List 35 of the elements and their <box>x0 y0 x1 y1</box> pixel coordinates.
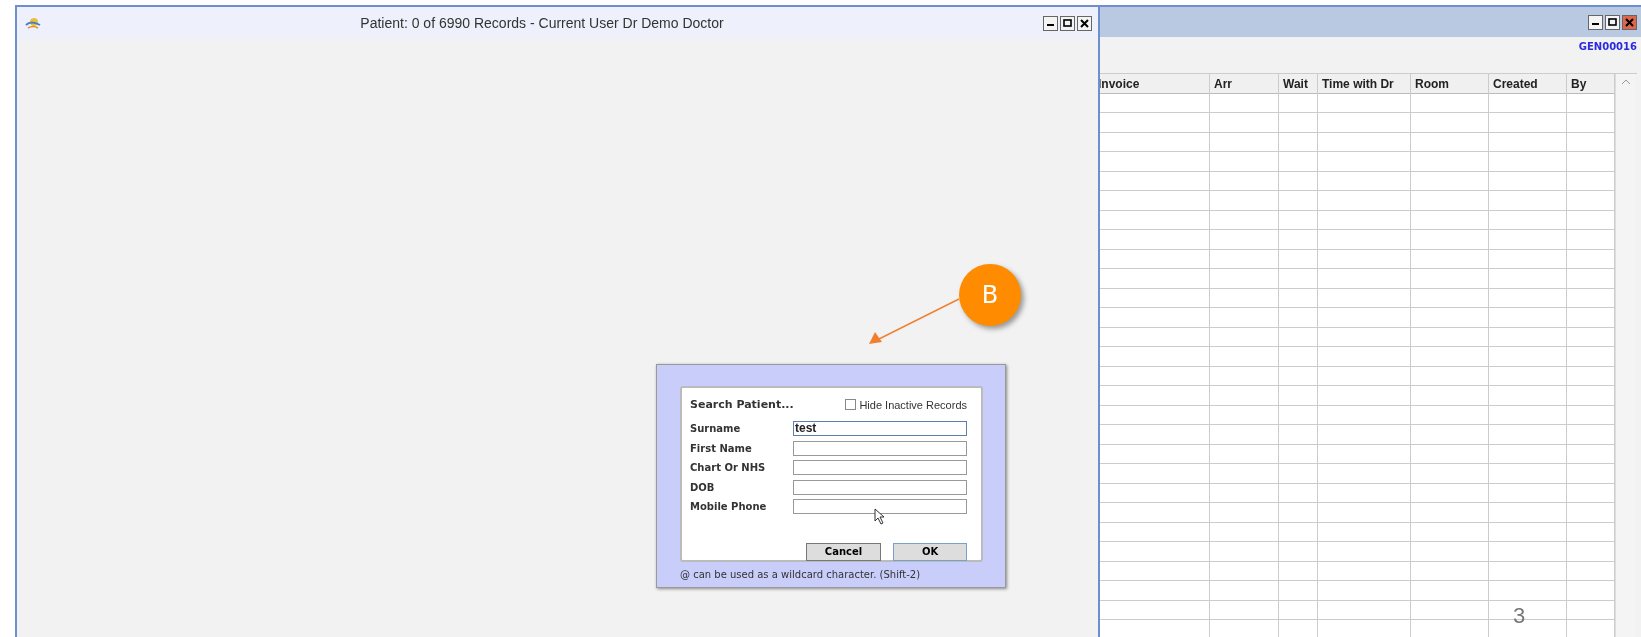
column-header[interactable]: Room <box>1411 74 1488 94</box>
minimize-icon[interactable] <box>1588 14 1603 30</box>
maximize-icon[interactable] <box>1605 14 1620 30</box>
scroll-up-icon[interactable] <box>1620 78 1631 85</box>
input-field[interactable]: test <box>793 421 967 437</box>
window-title: Patient: 0 of 6990 Records - Current User Dr Demo Doctor <box>359 15 725 31</box>
maximize-icon[interactable] <box>1060 15 1075 31</box>
column-header[interactable]: By <box>1567 74 1614 94</box>
field-label: Chart Or NHS <box>690 462 767 474</box>
input-field[interactable] <box>793 460 967 476</box>
minimize-icon[interactable] <box>1043 15 1058 31</box>
hint-text: @ can be used as a wildcard character. (Shift-2) <box>680 569 921 580</box>
close-icon[interactable] <box>1077 15 1092 31</box>
input-field[interactable] <box>793 479 967 495</box>
field-label: DOB <box>690 481 716 493</box>
column-header[interactable]: Time with Dr <box>1318 74 1410 94</box>
annotation-marker: B <box>959 264 1021 326</box>
page-number: 3 <box>1513 603 1526 628</box>
close-icon[interactable] <box>1622 14 1637 30</box>
app-logo-icon <box>25 16 41 30</box>
checkbox[interactable] <box>845 399 857 410</box>
cancel-button[interactable]: Cancel <box>806 542 881 561</box>
record-code: GEN00016 <box>1578 40 1638 52</box>
ok-button[interactable]: OK <box>893 542 967 561</box>
column-header[interactable]: Wait <box>1279 74 1317 94</box>
field-label: Surname <box>690 423 742 435</box>
column-header[interactable]: Created <box>1489 74 1566 94</box>
field-label: First Name <box>690 442 753 454</box>
column-header[interactable]: Arr <box>1210 74 1278 94</box>
mouse-pointer-icon <box>874 508 886 525</box>
input-field[interactable] <box>793 499 967 515</box>
checkbox-label: Hide Inactive Records <box>859 398 967 411</box>
field-label: Mobile Phone <box>690 501 768 513</box>
dialog-title: Search Patient... <box>690 398 794 411</box>
input-field[interactable] <box>793 440 967 456</box>
